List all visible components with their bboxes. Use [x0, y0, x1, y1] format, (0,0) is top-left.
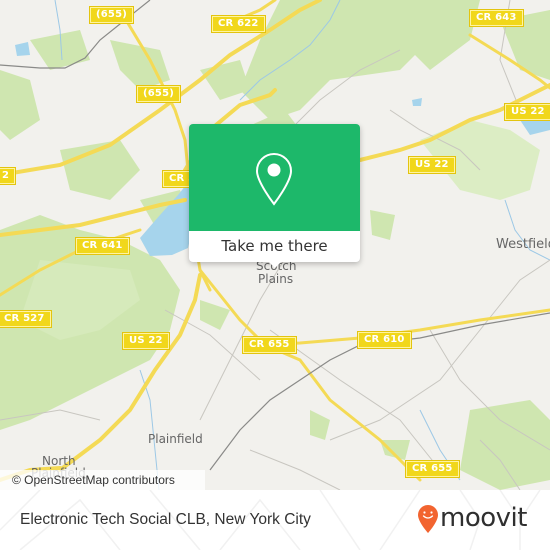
moovit-wordmark: moovit	[440, 503, 527, 533]
take-me-there-button[interactable]: Take me there	[189, 231, 360, 262]
road-shield-cr-610: CR 610	[357, 331, 412, 349]
popup-pointer	[267, 260, 283, 268]
road-shield-cr-655-south: CR 655	[405, 460, 460, 478]
road-shield-us-22-east: US 22	[504, 103, 550, 121]
road-shield-cr-641: CR 641	[75, 237, 130, 255]
place-title: Electronic Tech Social CLB, New York Cit…	[20, 511, 311, 528]
road-shield-cr-527: CR 527	[0, 310, 52, 328]
footer-bar: Electronic Tech Social CLB, New York Cit…	[0, 490, 550, 550]
place-label-plains: Plains	[258, 272, 294, 286]
road-shield-us-22-west: US 22	[122, 332, 170, 350]
road-shield-655-north: (655)	[88, 6, 135, 24]
place-label-plainfield: Plainfield	[148, 432, 203, 446]
map-attribution: © OpenStreetMap contributors	[0, 470, 205, 490]
road-shield-cr-622: CR 622	[211, 15, 266, 33]
road-shield-cr-655-center: CR 655	[242, 336, 297, 354]
road-shield-cr-643: CR 643	[469, 9, 524, 27]
road-shield-us-22-center: US 22	[408, 156, 456, 174]
popup-header[interactable]	[189, 124, 360, 231]
road-shield-edge-2: 2	[0, 167, 17, 185]
road-shield-655-center: (655)	[135, 85, 182, 103]
map-pin-icon	[255, 152, 293, 206]
map-view[interactable]: (655) CR 622 (655) CR 643 US 22 US 22 CR…	[0, 0, 550, 490]
place-label-westfield: Westfield	[496, 237, 550, 252]
moovit-smile-pin-icon	[418, 505, 438, 533]
location-popup[interactable]: Take me there	[189, 124, 360, 268]
